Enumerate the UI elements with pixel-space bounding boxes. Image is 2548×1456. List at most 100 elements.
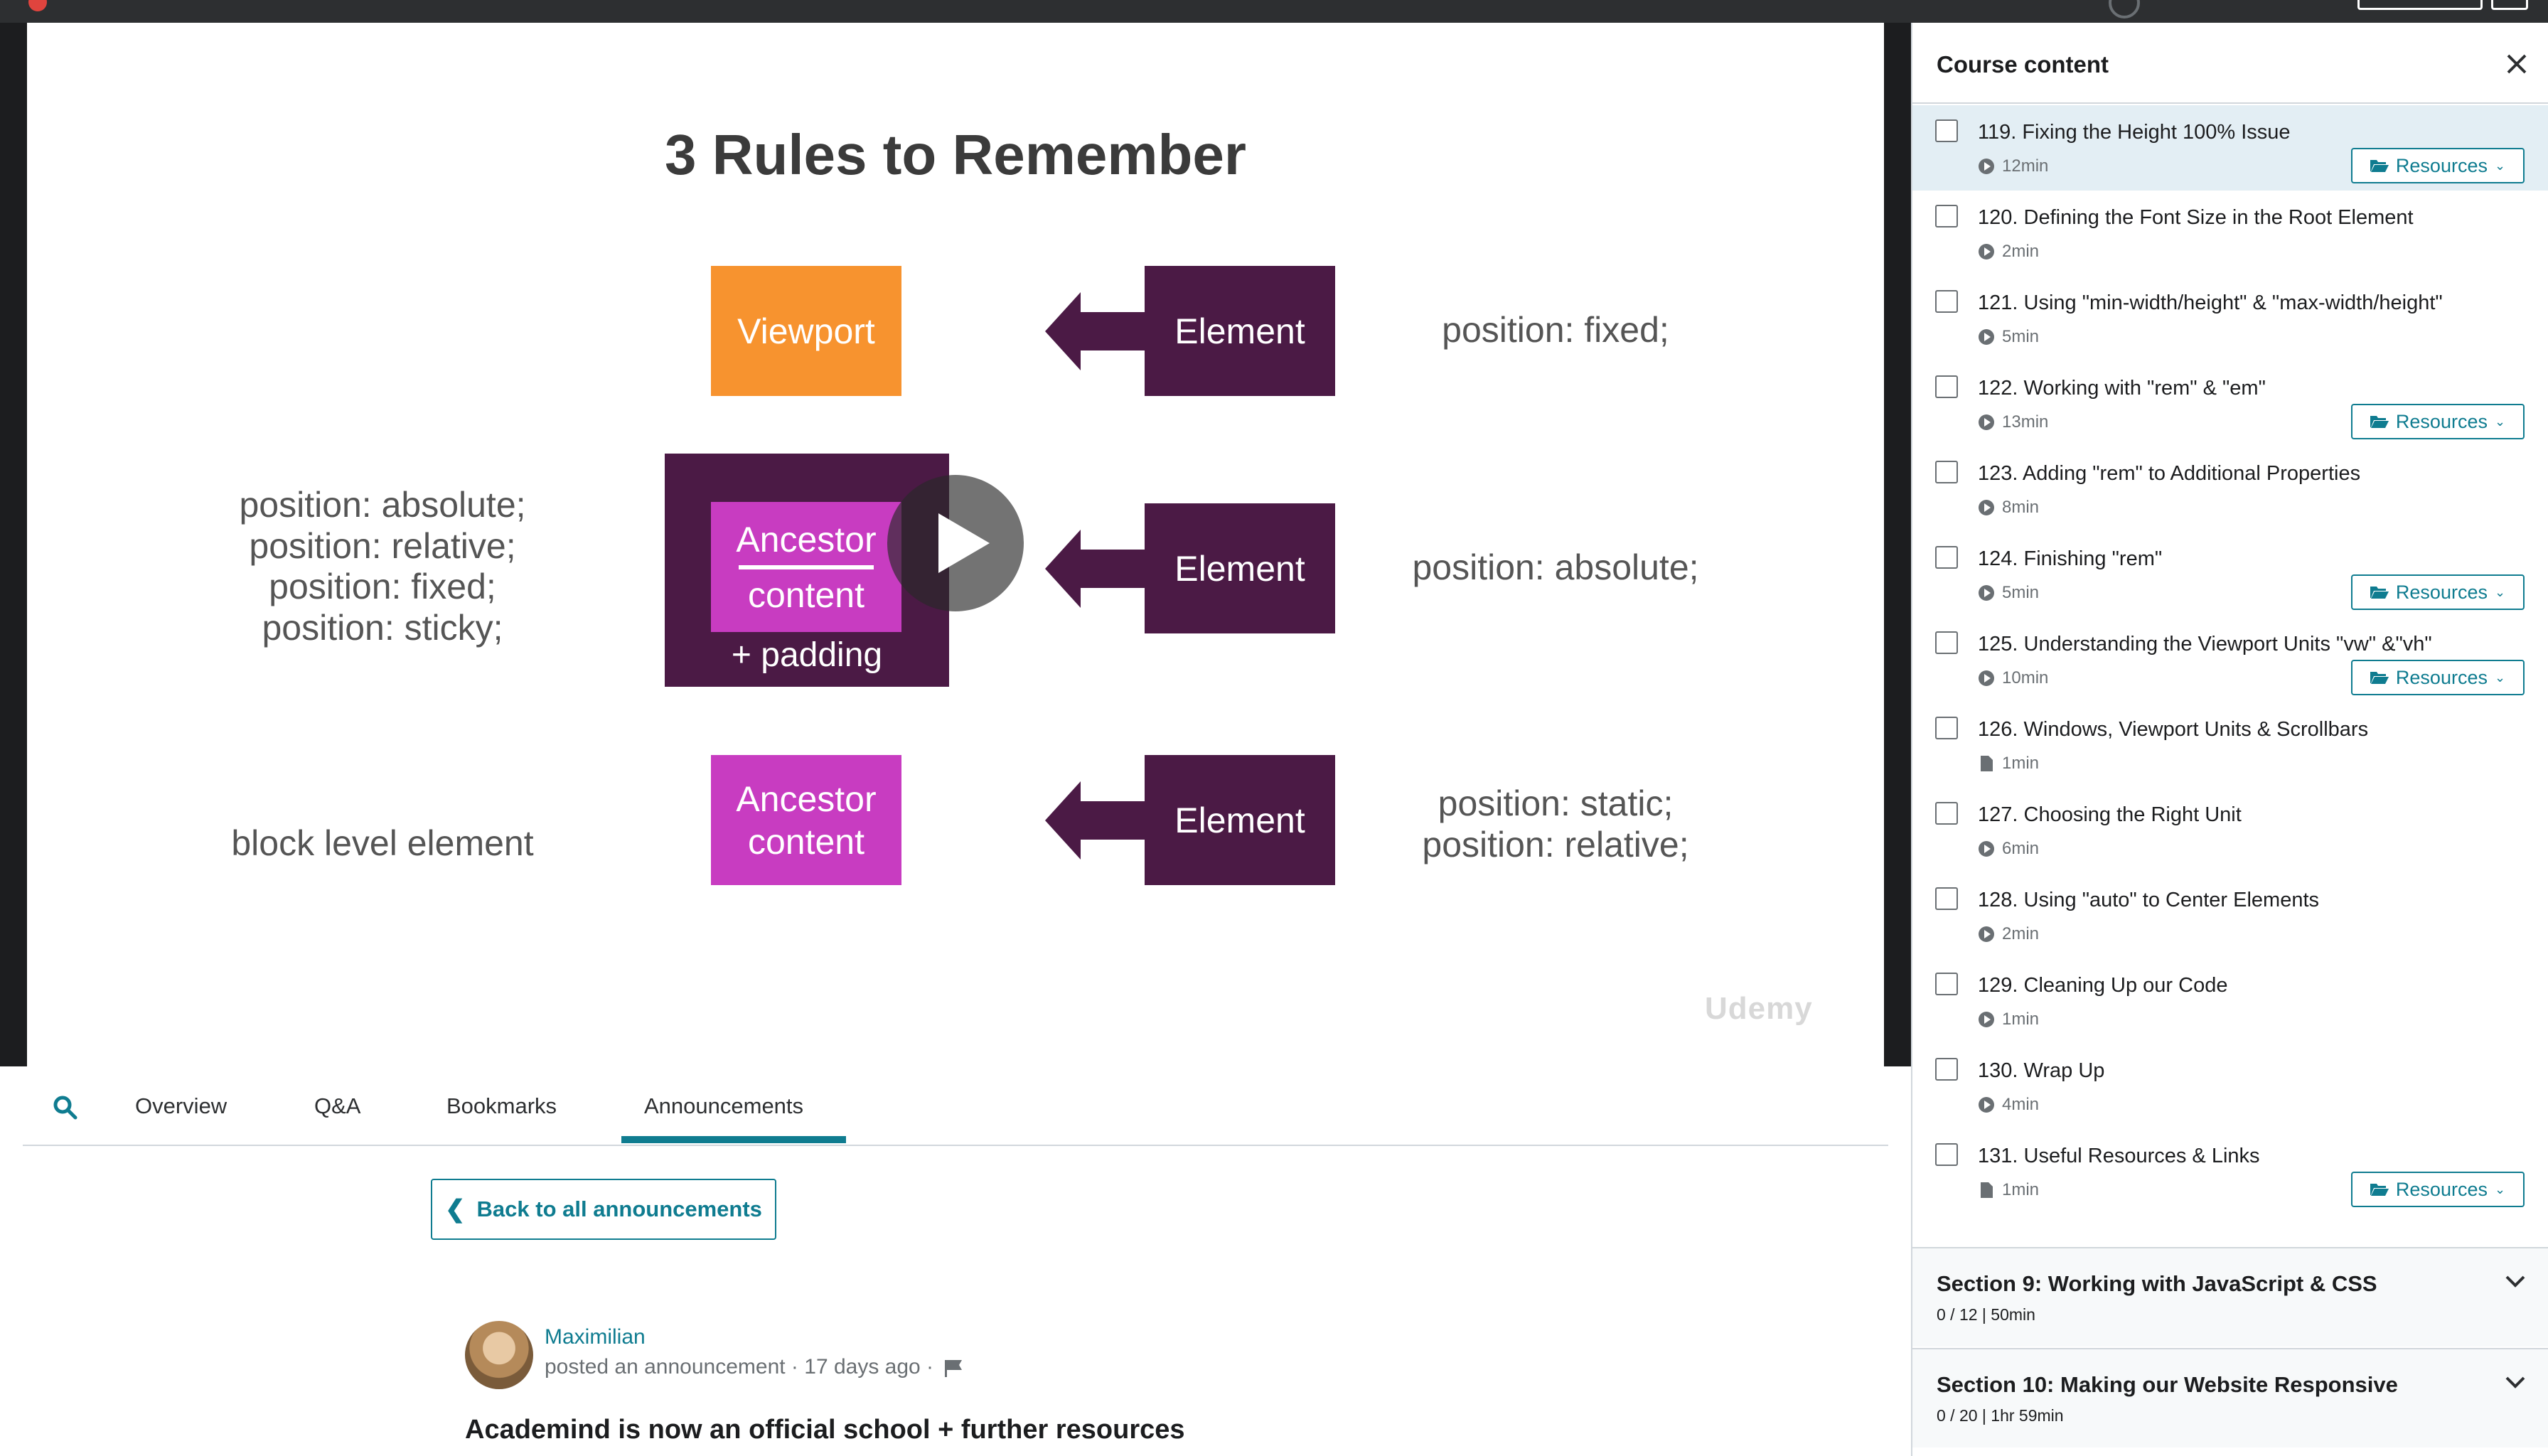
- header-more-button[interactable]: [2491, 0, 2528, 10]
- author-name[interactable]: Maximilian: [545, 1325, 646, 1349]
- resources-button[interactable]: Resources ⌄: [2351, 574, 2525, 610]
- arrow-left-icon: [1045, 292, 1145, 370]
- resources-button[interactable]: Resources ⌄: [2351, 404, 2525, 439]
- lecture-item[interactable]: 121. Using "min-width/height" & "max-wid…: [1912, 276, 2548, 361]
- lecture-title[interactable]: 126. Windows, Viewport Units & Scrollbar…: [1978, 718, 2368, 742]
- announcement-meta: posted an announcement · 17 days ago ·: [545, 1355, 963, 1379]
- lecture-title[interactable]: 128. Using "auto" to Center Elements: [1978, 889, 2319, 912]
- chevron-left-icon: ❮: [445, 1196, 466, 1223]
- back-button-label: Back to all announcements: [476, 1197, 762, 1221]
- chevron-down-icon: ⌄: [2494, 1182, 2506, 1197]
- chevron-down-icon[interactable]: [2504, 1270, 2527, 1292]
- lecture-title[interactable]: 125. Understanding the Viewport Units "v…: [1978, 633, 2432, 656]
- lecture-item[interactable]: 125. Understanding the Viewport Units "v…: [1912, 617, 2548, 702]
- lecture-item[interactable]: 119. Fixing the Height 100% Issue 12min Re…: [1912, 105, 2548, 191]
- row1-right-text: position: fixed;: [1442, 310, 1669, 350]
- lecture-item[interactable]: 124. Finishing "rem" 5min Resources ⌄: [1912, 532, 2548, 617]
- arrow-left-icon: [1045, 781, 1145, 860]
- lecture-tabs: Overview Q&A Bookmarks Announcements: [23, 1068, 1888, 1146]
- lecture-meta: 10min: [1978, 668, 2048, 688]
- lecture-meta: 13min: [1978, 412, 2048, 432]
- lecture-meta: 2min: [1978, 242, 2039, 262]
- lecture-title[interactable]: 130. Wrap Up: [1978, 1059, 2104, 1083]
- lecture-checkbox[interactable]: [1935, 375, 1958, 398]
- lecture-duration: 1min: [2002, 1180, 2040, 1199]
- lecture-item[interactable]: 130. Wrap Up 4min: [1912, 1044, 2548, 1129]
- lecture-meta: 6min: [1978, 839, 2039, 859]
- lecture-item[interactable]: 131. Useful Resources & Links 1min Resourc…: [1912, 1129, 2548, 1214]
- section-10[interactable]: Section 10: Making our Website Responsiv…: [1912, 1348, 2548, 1447]
- lecture-duration: 2min: [2002, 924, 2040, 943]
- tab-qa[interactable]: Q&A: [314, 1093, 360, 1119]
- close-window-dot-icon[interactable]: [28, 0, 47, 11]
- row3-right-text: position: static; position: relative;: [1422, 783, 1689, 864]
- lecture-meta: 1min: [1978, 1180, 2039, 1200]
- row2-left-text: position: absolute; position: relative; …: [239, 485, 526, 648]
- lecture-item[interactable]: 122. Working with "rem" & "em" 13min Resou…: [1912, 361, 2548, 446]
- ancestor-content-box: Ancestor content: [711, 502, 901, 632]
- lecture-title[interactable]: 131. Useful Resources & Links: [1978, 1145, 2260, 1168]
- resources-label: Resources: [2395, 581, 2488, 603]
- section-meta: 0 / 20 | 1hr 59min: [1937, 1406, 2064, 1425]
- lecture-duration: 2min: [2002, 242, 2040, 261]
- lecture-title[interactable]: 122. Working with "rem" & "em": [1978, 377, 2266, 400]
- tab-announcements[interactable]: Announcements: [644, 1093, 803, 1119]
- tab-bookmarks[interactable]: Bookmarks: [446, 1093, 557, 1119]
- resources-button[interactable]: Resources ⌄: [2351, 660, 2525, 695]
- lecture-meta: 8min: [1978, 498, 2039, 518]
- lecture-meta: 2min: [1978, 924, 2039, 944]
- resources-button[interactable]: Resources ⌄: [2351, 148, 2525, 183]
- ancestor-label: Ancestor: [736, 778, 877, 819]
- lecture-checkbox[interactable]: [1935, 802, 1958, 825]
- lecture-title[interactable]: 129. Cleaning Up our Code: [1978, 974, 2227, 997]
- lecture-checkbox[interactable]: [1935, 631, 1958, 654]
- lecture-checkbox[interactable]: [1935, 205, 1958, 228]
- lecture-checkbox[interactable]: [1935, 1143, 1958, 1166]
- lecture-checkbox[interactable]: [1935, 119, 1958, 142]
- lecture-title[interactable]: 119. Fixing the Height 100% Issue: [1978, 121, 2291, 144]
- course-content-sidebar: Course content 119. Fixing the Height 10…: [1911, 23, 2548, 1456]
- lecture-item[interactable]: 126. Windows, Viewport Units & Scrollbar…: [1912, 702, 2548, 788]
- avatar[interactable]: [465, 1321, 533, 1389]
- tab-overview[interactable]: Overview: [135, 1093, 227, 1119]
- lecture-list: 119. Fixing the Height 100% Issue 12min Re…: [1912, 105, 2548, 1214]
- progress-ring-icon[interactable]: [2109, 0, 2140, 18]
- play-circle-icon: [1979, 244, 1994, 259]
- video-player[interactable]: 3 Rules to Remember Viewport Element pos…: [0, 23, 1911, 1066]
- sidebar-title: Course content: [1937, 51, 2109, 77]
- play-circle-icon: [1979, 585, 1994, 601]
- lecture-checkbox[interactable]: [1935, 887, 1958, 910]
- lecture-duration: 13min: [2002, 412, 2049, 432]
- lecture-item[interactable]: 129. Cleaning Up our Code 1min: [1912, 958, 2548, 1044]
- play-circle-icon: [1979, 500, 1994, 515]
- resources-button[interactable]: Resources ⌄: [2351, 1172, 2525, 1207]
- lecture-checkbox[interactable]: [1935, 461, 1958, 483]
- chevron-down-icon[interactable]: [2504, 1371, 2527, 1393]
- flag-icon[interactable]: [943, 1359, 963, 1378]
- element-box: Element: [1145, 503, 1335, 633]
- lecture-item[interactable]: 120. Defining the Font Size in the Root …: [1912, 191, 2548, 276]
- lecture-title[interactable]: 124. Finishing "rem": [1978, 547, 2162, 571]
- sidebar-header: Course content: [1912, 23, 2548, 104]
- lecture-item[interactable]: 123. Adding "rem" to Additional Properti…: [1912, 446, 2548, 532]
- lecture-checkbox[interactable]: [1935, 973, 1958, 995]
- lecture-checkbox[interactable]: [1935, 290, 1958, 313]
- lecture-title[interactable]: 121. Using "min-width/height" & "max-wid…: [1978, 291, 2443, 315]
- lecture-checkbox[interactable]: [1935, 717, 1958, 739]
- active-tab-indicator: [621, 1136, 846, 1143]
- back-to-announcements-button[interactable]: ❮ Back to all announcements: [431, 1179, 776, 1240]
- lecture-title[interactable]: 127. Choosing the Right Unit: [1978, 803, 2242, 827]
- close-icon[interactable]: [2502, 50, 2531, 78]
- search-icon[interactable]: [51, 1093, 80, 1122]
- lecture-checkbox[interactable]: [1935, 1058, 1958, 1081]
- play-button[interactable]: [887, 475, 1024, 611]
- section-9[interactable]: Section 9: Working with JavaScript & CSS…: [1912, 1247, 2548, 1347]
- lecture-item[interactable]: 128. Using "auto" to Center Elements 2min: [1912, 873, 2548, 958]
- play-circle-icon: [1979, 1097, 1994, 1113]
- lecture-checkbox[interactable]: [1935, 546, 1958, 569]
- element-box: Element: [1145, 266, 1335, 396]
- header-button[interactable]: [2357, 0, 2483, 10]
- lecture-title[interactable]: 120. Defining the Font Size in the Root …: [1978, 206, 2414, 230]
- lecture-title[interactable]: 123. Adding "rem" to Additional Properti…: [1978, 462, 2360, 486]
- lecture-item[interactable]: 127. Choosing the Right Unit 6min: [1912, 788, 2548, 873]
